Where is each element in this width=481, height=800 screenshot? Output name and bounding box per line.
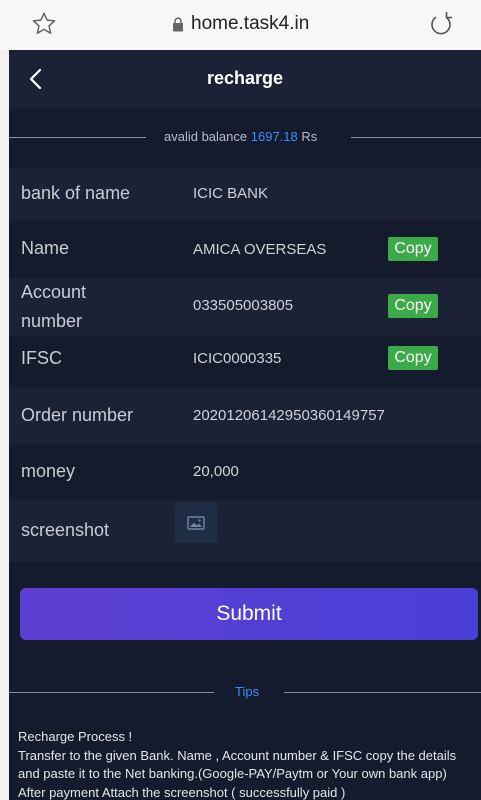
order-number-label: Order number (21, 405, 134, 425)
ifsc-value: ICIC0000335 (193, 350, 282, 367)
divider-line (9, 137, 146, 138)
row-screenshot: screenshot (9, 500, 481, 562)
account-number-label: Account number (21, 282, 87, 331)
page-header: recharge (9, 50, 481, 108)
money-label: money (21, 461, 76, 481)
row-account-number: Account number 033505003805 Copy (9, 278, 481, 336)
browser-address-bar: home.task4.in (0, 0, 481, 50)
tips-bar: Tips (9, 682, 481, 704)
row-ifsc: IFSC ICIC0000335 Copy (9, 336, 481, 388)
row-order-number: Order number 20201206142950360149757 (9, 388, 481, 444)
copy-ifsc-button[interactable]: Copy (388, 346, 438, 370)
account-name-label: Name (21, 238, 70, 258)
divider-line (351, 137, 481, 138)
page-title: recharge (206, 68, 284, 88)
account-name-value: AMICA OVERSEAS (193, 241, 327, 258)
balance-prefix: avalid balance (164, 129, 248, 144)
image-icon (187, 516, 205, 530)
tips-heading: Recharge Process ! (18, 729, 133, 744)
url-field[interactable]: home.task4.in (172, 11, 309, 37)
balance-text: avalid balance 1697.18 Rs (164, 129, 317, 144)
copy-name-button[interactable]: Copy (388, 237, 438, 261)
lock-icon (173, 16, 183, 31)
copy-account-button[interactable]: Copy (388, 294, 438, 318)
divider-line (9, 692, 214, 693)
row-money: money 20,000 (9, 444, 481, 500)
reload-icon[interactable] (426, 9, 456, 39)
screenshot-upload-button[interactable] (175, 503, 217, 543)
divider-line (284, 692, 481, 693)
bookmark-star-icon[interactable] (30, 10, 58, 38)
recharge-page: recharge avalid balance 1697.18 Rs bank … (9, 50, 481, 800)
submit-button[interactable]: Submit (20, 588, 478, 640)
tips-text: Transfer to the given Bank. Name , Accou… (18, 747, 457, 800)
tips-content: Recharge Process ! Transfer to the given… (18, 728, 476, 800)
money-value: 20,000 (193, 463, 239, 480)
bank-details: bank of name ICIC BANK Name AMICA OVERSE… (9, 168, 481, 562)
row-bank-name: bank of name ICIC BANK (9, 168, 481, 220)
balance-bar: avalid balance 1697.18 Rs (9, 126, 481, 148)
row-account-name: Name AMICA OVERSEAS Copy (9, 220, 481, 278)
balance-unit: Rs (301, 129, 318, 144)
url-text: home.task4.in (191, 13, 310, 34)
screenshot-label: screenshot (21, 520, 110, 540)
ifsc-label: IFSC (21, 348, 63, 368)
balance-amount: 1697.18 (250, 129, 298, 144)
bank-name-label: bank of name (21, 183, 131, 203)
order-number-value: 20201206142950360149757 (193, 407, 385, 424)
account-number-value: 033505003805 (193, 297, 294, 314)
bank-name-value: ICIC BANK (193, 185, 269, 202)
tips-label: Tips (235, 684, 260, 699)
